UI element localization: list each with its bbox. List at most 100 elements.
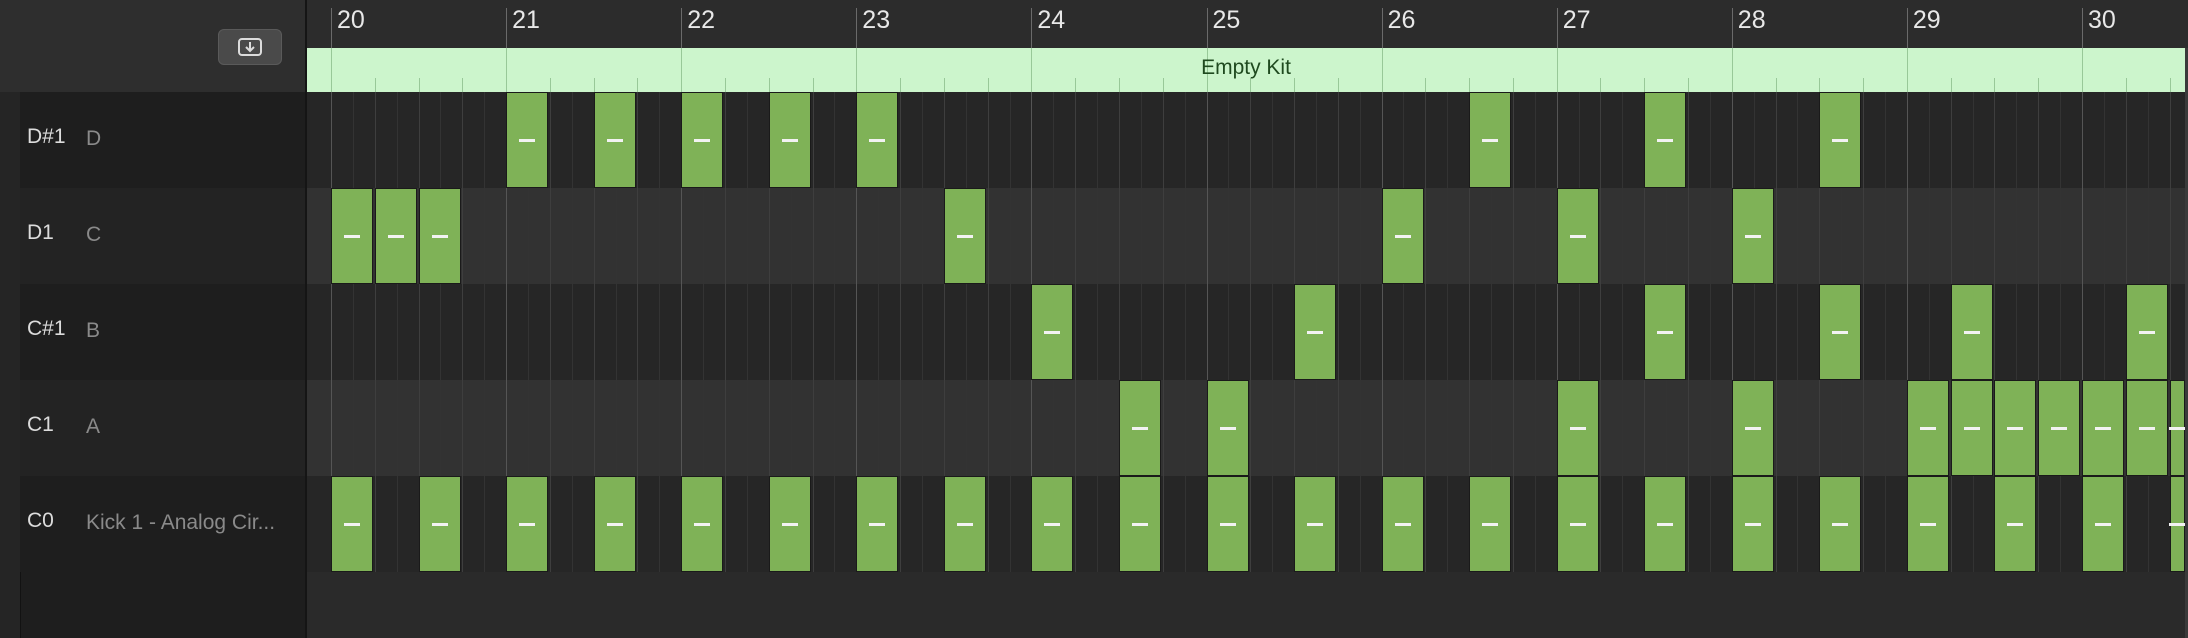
note[interactable]: [1556, 476, 1599, 572]
grid-line: [659, 92, 661, 572]
note[interactable]: [1118, 476, 1161, 572]
bar-tick: [856, 8, 858, 48]
note[interactable]: [2082, 380, 2124, 476]
note[interactable]: [1031, 476, 1074, 572]
note[interactable]: [1819, 92, 1862, 188]
track-pitch: C1: [27, 413, 54, 436]
note[interactable]: [1644, 284, 1687, 380]
grid-row[interactable]: [307, 284, 2188, 380]
note[interactable]: [374, 188, 417, 284]
note[interactable]: [1469, 476, 1512, 572]
note[interactable]: [856, 92, 899, 188]
grid-line: [1359, 92, 1361, 572]
grid-line: [1272, 92, 1274, 572]
bar-number: 30: [2088, 6, 2116, 34]
note[interactable]: [1206, 476, 1249, 572]
bar-tick: [1731, 8, 1733, 48]
drum-editor: D#1 D D1 C C#1 B C1 A C0 Kick 1 - Analog Cir... 2…: [0, 0, 2188, 638]
bar-tick: [681, 8, 683, 48]
grid-line: [1709, 92, 1711, 572]
note[interactable]: [1819, 284, 1862, 380]
note[interactable]: [331, 476, 373, 572]
note[interactable]: [768, 476, 811, 572]
note[interactable]: [1950, 380, 1993, 476]
note[interactable]: [1556, 380, 1599, 476]
grid-row[interactable]: [307, 188, 2188, 284]
note[interactable]: [1644, 92, 1687, 188]
note[interactable]: [2125, 380, 2168, 476]
note[interactable]: [1031, 284, 1074, 380]
note[interactable]: [681, 476, 724, 572]
note[interactable]: [1994, 476, 2037, 572]
region-header[interactable]: Empty Kit: [307, 48, 2185, 92]
grid-line: [1337, 92, 1339, 572]
bar-tick: [1381, 8, 1383, 48]
region-tick: [1118, 78, 1120, 92]
grid-line: [396, 92, 398, 572]
bar-number: 24: [1037, 6, 1066, 34]
note[interactable]: [418, 188, 461, 284]
note[interactable]: [506, 476, 549, 572]
region-tick: [1688, 78, 1690, 92]
note[interactable]: [2082, 476, 2124, 572]
track-row[interactable]: D#1 D: [20, 92, 305, 188]
note[interactable]: [768, 92, 811, 188]
note[interactable]: [1381, 476, 1424, 572]
region-tick: [1644, 78, 1646, 92]
grid-line: [1863, 92, 1865, 572]
note[interactable]: [1644, 476, 1687, 572]
grid-row[interactable]: [307, 92, 2188, 188]
region-tick: [1863, 78, 1865, 92]
note[interactable]: [2169, 380, 2186, 476]
note[interactable]: [1294, 476, 1337, 572]
note[interactable]: [943, 188, 986, 284]
note[interactable]: [1731, 188, 1774, 284]
note[interactable]: [418, 476, 461, 572]
note[interactable]: [1294, 284, 1337, 380]
note[interactable]: [1994, 380, 2037, 476]
note[interactable]: [1381, 188, 1424, 284]
bar-number: 23: [862, 6, 891, 34]
note[interactable]: [506, 92, 549, 188]
note[interactable]: [593, 476, 636, 572]
note[interactable]: [856, 476, 899, 572]
note[interactable]: [1819, 476, 1862, 572]
note[interactable]: [1206, 380, 1249, 476]
bar-number: 27: [1562, 6, 1591, 34]
grid-line: [549, 92, 551, 572]
track-row[interactable]: C0 Kick 1 - Analog Cir...: [20, 476, 305, 572]
note[interactable]: [1469, 92, 1512, 188]
track-row[interactable]: C1 A: [20, 380, 305, 476]
note[interactable]: [1731, 380, 1774, 476]
note[interactable]: [943, 476, 986, 572]
note[interactable]: [681, 92, 724, 188]
region-title: Empty Kit: [1201, 56, 1291, 79]
import-button[interactable]: [218, 29, 282, 65]
region-tick: [1250, 78, 1252, 92]
note[interactable]: [2169, 476, 2186, 572]
note[interactable]: [1556, 188, 1599, 284]
note[interactable]: [1950, 284, 1993, 380]
note[interactable]: [1118, 380, 1161, 476]
note[interactable]: [1731, 476, 1774, 572]
note[interactable]: [1906, 476, 1949, 572]
note-grid[interactable]: [307, 92, 2188, 638]
note[interactable]: [2038, 380, 2081, 476]
note[interactable]: [331, 188, 373, 284]
grid-line: [1688, 92, 1690, 572]
grid-line: [1425, 92, 1427, 572]
note[interactable]: [1906, 380, 1949, 476]
grid-line: [1885, 92, 1886, 572]
region-tick: [418, 78, 420, 92]
track-pitch: C0: [27, 509, 54, 532]
note[interactable]: [593, 92, 636, 188]
bar-ruler[interactable]: 20 21 22 23 24 25 26 27 28 29 30: [307, 0, 2188, 48]
note[interactable]: [2125, 284, 2168, 380]
region-tick: [900, 78, 902, 92]
bar-tick: [506, 8, 508, 48]
track-row[interactable]: D1 C: [20, 188, 305, 284]
track-row[interactable]: C#1 B: [20, 284, 305, 380]
region-tick: [1337, 78, 1339, 92]
region-tick: [593, 78, 595, 92]
grid-line: [484, 92, 486, 572]
